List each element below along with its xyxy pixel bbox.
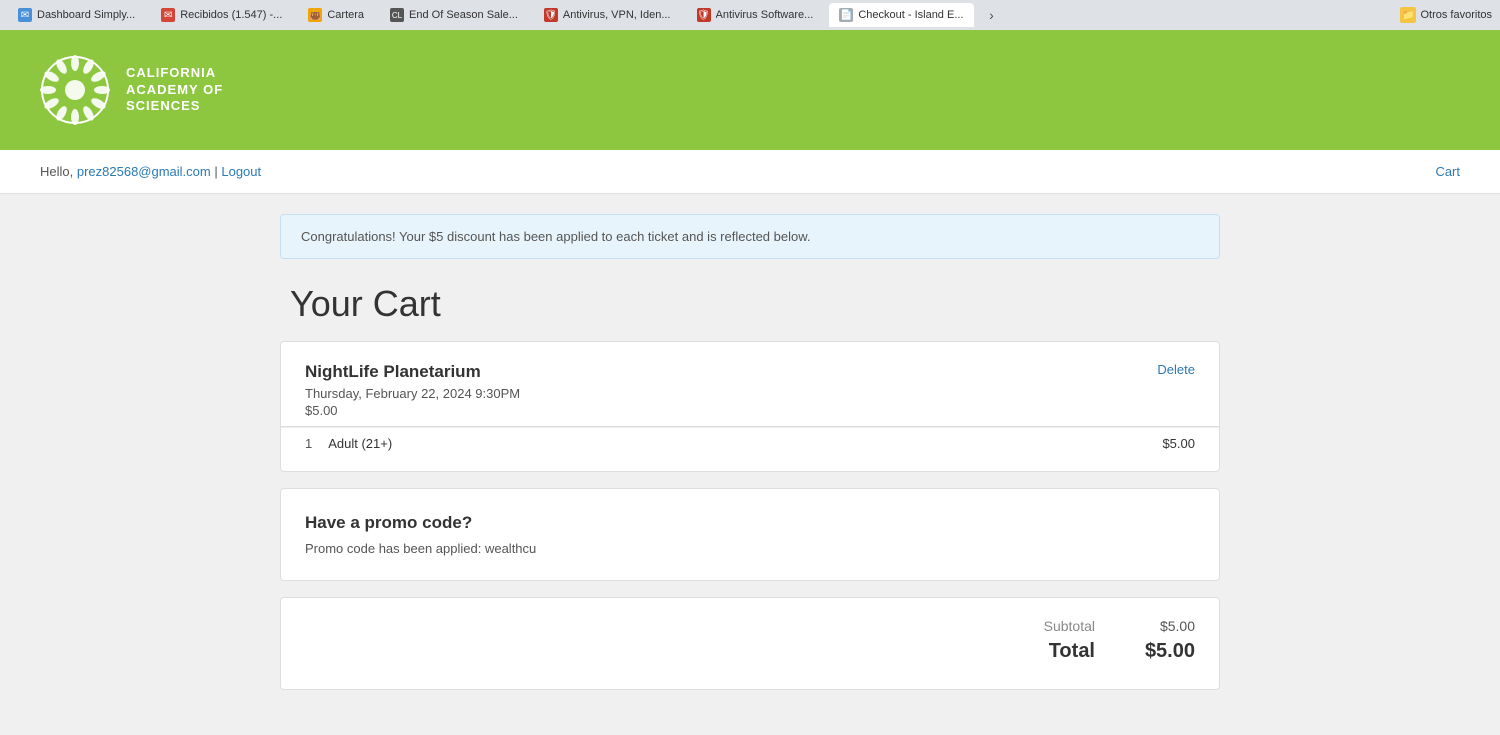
item-row: 1 Adult (21+) $5.00 — [281, 427, 1219, 471]
cart-item-box: NightLife Planetarium Thursday, February… — [280, 341, 1220, 472]
logout-link[interactable]: Logout — [221, 164, 261, 179]
tab-checkout[interactable]: 📄 Checkout - Island E... — [829, 3, 973, 27]
hello-prefix: Hello, — [40, 164, 77, 179]
totals-section: Subtotal $5.00 Total $5.00 — [280, 597, 1220, 690]
browser-tab-bar: ✉ Dashboard Simply... ✉ Recibidos (1.547… — [0, 0, 1500, 30]
total-row: Total $5.00 — [305, 640, 1195, 663]
tab-antivirus1[interactable]: 🛡 Antivirus, VPN, Iden... — [534, 3, 681, 27]
subtotal-label: Subtotal — [1015, 618, 1095, 634]
subtotal-amount: $5.00 — [1135, 618, 1195, 634]
favorites-label: Otros favoritos — [1420, 9, 1492, 21]
total-amount: $5.00 — [1135, 640, 1195, 663]
tab-antivirus1-icon: 🛡 — [544, 8, 558, 22]
item-header: NightLife Planetarium Thursday, February… — [281, 342, 1219, 426]
cas-logo-icon — [40, 55, 110, 125]
promo-title: Have a promo code? — [305, 513, 1195, 533]
favorites-icon: 📁 — [1400, 7, 1416, 23]
promo-section: Have a promo code? Promo code has been a… — [280, 488, 1220, 581]
tab-antivirus2-label: Antivirus Software... — [716, 9, 814, 21]
main-content: Congratulations! Your $5 discount has be… — [280, 194, 1220, 730]
item-row-left: 1 Adult (21+) — [305, 436, 392, 451]
tab-more-button[interactable]: › — [980, 3, 1004, 27]
tab-endofseason-label: End Of Season Sale... — [409, 9, 518, 21]
tab-cartera[interactable]: 👜 Cartera — [298, 3, 374, 27]
logo-line3: SCIENCES — [126, 98, 223, 115]
item-name: NightLife Planetarium — [305, 362, 520, 382]
site-header: CALIFORNIA ACADEMY OF SCIENCES — [0, 30, 1500, 150]
tab-endofseason[interactable]: CL End Of Season Sale... — [380, 3, 528, 27]
item-ticket-type: Adult (21+) — [328, 436, 392, 451]
favorites-area: 📁 Otros favoritos — [1400, 7, 1492, 23]
user-email-link[interactable]: prez82568@gmail.com — [77, 164, 211, 179]
logo-line1: CALIFORNIA — [126, 65, 223, 82]
discount-alert-text: Congratulations! Your $5 discount has be… — [301, 229, 811, 244]
tab-dashboard[interactable]: ✉ Dashboard Simply... — [8, 3, 145, 27]
item-quantity: 1 — [305, 436, 312, 451]
tab-endofseason-icon: CL — [390, 8, 404, 22]
tab-antivirus2[interactable]: 🛡 Antivirus Software... — [687, 3, 824, 27]
item-ticket-total: $5.00 — [1162, 436, 1195, 451]
tab-antivirus1-label: Antivirus, VPN, Iden... — [563, 9, 671, 21]
total-label: Total — [1015, 640, 1095, 663]
tab-recibidos-label: Recibidos (1.547) -... — [180, 9, 282, 21]
item-date: Thursday, February 22, 2024 9:30PM — [305, 386, 520, 401]
nav-user-info: Hello, prez82568@gmail.com | Logout — [40, 164, 261, 179]
tab-recibidos-icon: ✉ — [161, 8, 175, 22]
nav-bar: Hello, prez82568@gmail.com | Logout Cart — [0, 150, 1500, 194]
promo-applied-text: Promo code has been applied: wealthcu — [305, 541, 1195, 556]
subtotal-row: Subtotal $5.00 — [305, 618, 1195, 634]
tab-antivirus2-icon: 🛡 — [697, 8, 711, 22]
page-wrapper: CALIFORNIA ACADEMY OF SCIENCES Hello, pr… — [0, 30, 1500, 735]
tab-cartera-label: Cartera — [327, 9, 364, 21]
tab-dashboard-label: Dashboard Simply... — [37, 9, 135, 21]
cart-link[interactable]: Cart — [1435, 164, 1460, 179]
tab-checkout-label: Checkout - Island E... — [858, 9, 963, 21]
tab-checkout-icon: 📄 — [839, 8, 853, 22]
tab-recibidos[interactable]: ✉ Recibidos (1.547) -... — [151, 3, 292, 27]
logo-line2: ACADEMY OF — [126, 82, 223, 99]
item-info: NightLife Planetarium Thursday, February… — [305, 362, 520, 418]
site-logo-text: CALIFORNIA ACADEMY OF SCIENCES — [126, 65, 223, 116]
item-price-label: $5.00 — [305, 403, 520, 418]
delete-button[interactable]: Delete — [1157, 362, 1195, 377]
tab-cartera-icon: 👜 — [308, 8, 322, 22]
discount-alert-banner: Congratulations! Your $5 discount has be… — [280, 214, 1220, 259]
tab-dashboard-icon: ✉ — [18, 8, 32, 22]
logo-area: CALIFORNIA ACADEMY OF SCIENCES — [40, 55, 223, 125]
cart-heading: Your Cart — [280, 283, 1220, 325]
